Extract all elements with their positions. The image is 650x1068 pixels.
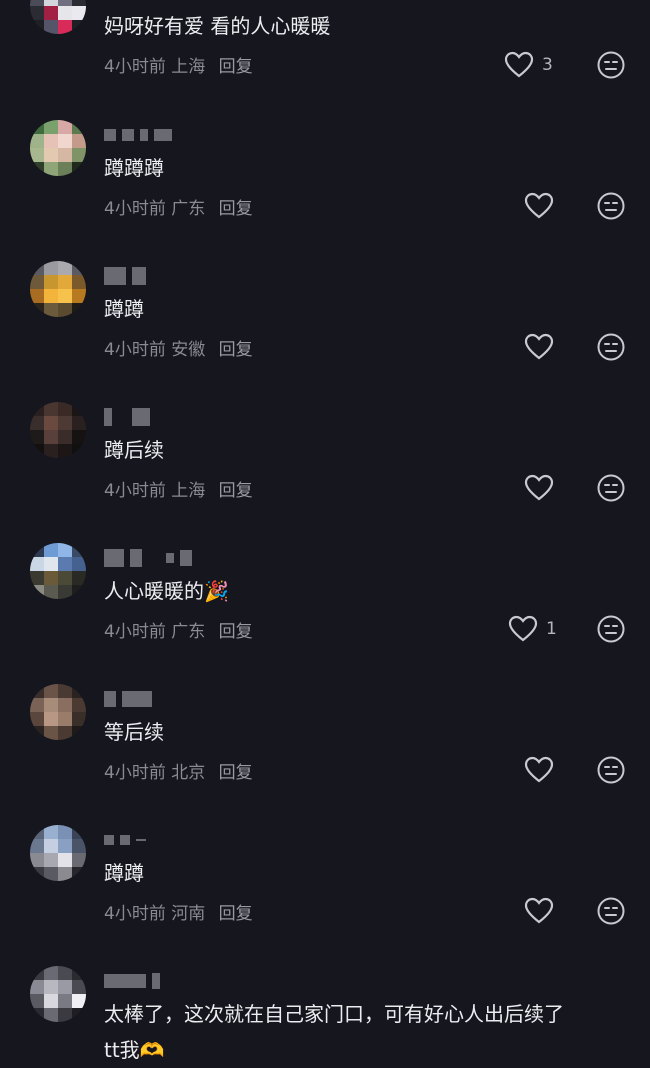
comment-text: 妈呀好有爱 看的人心暖暖 [104,14,331,38]
comment-location: 上海 [171,57,206,77]
like-button[interactable]: 1 [508,615,557,643]
heart-icon [524,756,554,783]
comment-meta: 4小时前 北京 回复 [104,758,253,783]
like-button[interactable] [524,333,562,361]
comment-text-line2: tt我🫶 [104,1038,165,1062]
comment-location: 北京 [171,763,206,783]
neutral-face-icon [597,51,625,79]
reply-button[interactable]: 回复 [219,481,253,501]
avatar[interactable] [30,825,86,881]
dislike-button[interactable] [596,473,626,503]
dislike-button[interactable] [596,191,626,221]
avatar[interactable] [30,543,86,599]
nickname-masked[interactable] [104,267,146,285]
like-button[interactable]: 3 [504,51,553,79]
neutral-face-icon [597,615,625,643]
comment-text: 人心暖暖的🎉 [104,579,229,603]
comment-location: 安徽 [171,340,206,360]
comment-text: 蹲后续 [104,438,164,462]
comment-text: 太棒了，这次就在自己家门口，可有好心人出后续了 [104,1002,564,1026]
comment-location: 广东 [171,622,206,642]
heart-icon [524,333,554,360]
neutral-face-icon [597,333,625,361]
reply-button[interactable]: 回复 [219,622,253,642]
nickname-masked[interactable] [104,408,150,426]
comment-time: 4小时前 [104,622,166,642]
comment-meta: 4小时前 上海 回复 [104,476,253,501]
like-button[interactable] [524,897,562,925]
comment-meta: 4小时前 广东 回复 [104,617,253,642]
dislike-button[interactable] [596,896,626,926]
heart-icon [504,51,534,78]
comment-time: 4小时前 [104,763,166,783]
neutral-face-icon [597,474,625,502]
comment-meta: 4小时前 广东 回复 [104,194,253,219]
comment-location: 河南 [171,904,206,924]
avatar[interactable] [30,966,86,1022]
comment-meta: 4小时前 上海 回复 [104,52,253,77]
heart-icon [524,897,554,924]
avatar[interactable] [30,402,86,458]
dislike-button[interactable] [596,50,626,80]
reply-button[interactable]: 回复 [219,763,253,783]
like-button[interactable] [524,474,562,502]
comment-time: 4小时前 [104,199,166,219]
comment-location: 广东 [171,199,206,219]
like-count: 3 [542,55,553,75]
reply-button[interactable]: 回复 [219,340,253,360]
comment-meta: 4小时前 安徽 回复 [104,335,253,360]
reply-button[interactable]: 回复 [219,57,253,77]
dislike-button[interactable] [596,332,626,362]
nickname-masked[interactable] [104,973,160,989]
dislike-button[interactable] [596,614,626,644]
avatar[interactable] [30,261,86,317]
heart-icon [524,192,554,219]
dislike-button[interactable] [596,755,626,785]
reply-button[interactable]: 回复 [219,904,253,924]
heart-icon [508,615,538,642]
avatar[interactable] [30,0,86,34]
comment-text: 蹲蹲 [104,297,144,321]
avatar[interactable] [30,120,86,176]
neutral-face-icon [597,897,625,925]
nickname-masked[interactable] [104,833,146,847]
comment-time: 4小时前 [104,481,166,501]
nickname-masked[interactable] [104,549,192,567]
like-count: 1 [546,619,557,639]
neutral-face-icon [597,192,625,220]
neutral-face-icon [597,756,625,784]
like-button[interactable] [524,192,562,220]
like-button[interactable] [524,756,562,784]
comment-time: 4小时前 [104,340,166,360]
comment-time: 4小时前 [104,904,166,924]
nickname-masked[interactable] [104,128,172,142]
comment-text: 等后续 [104,720,164,744]
nickname-masked[interactable] [104,691,152,707]
comment-time: 4小时前 [104,57,166,77]
comment-text: 蹲蹲 [104,861,144,885]
comment-location: 上海 [171,481,206,501]
heart-icon [524,474,554,501]
reply-button[interactable]: 回复 [219,199,253,219]
avatar[interactable] [30,684,86,740]
comment-meta: 4小时前 河南 回复 [104,899,253,924]
comment-text: 蹲蹲蹲 [104,156,164,180]
